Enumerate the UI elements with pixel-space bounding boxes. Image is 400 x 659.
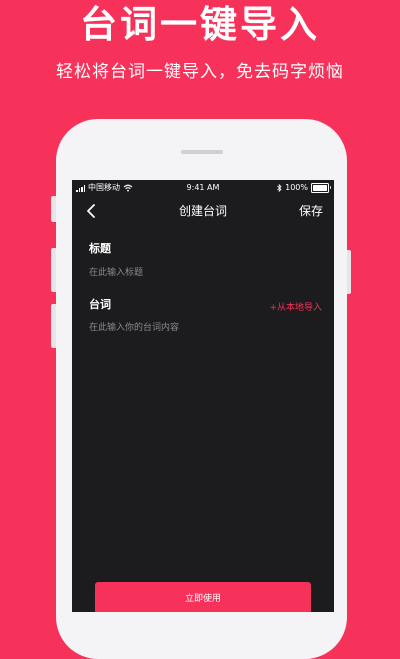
save-button[interactable]: 保存	[299, 198, 323, 224]
app-screen: 中国移动 9:41 AM 100% 创建台词 保存 标题 在此输入标题 台词 +…	[72, 180, 334, 612]
use-now-button[interactable]: 立即使用	[95, 582, 311, 612]
title-label: 标题	[89, 242, 111, 255]
phone-speaker	[181, 150, 223, 154]
lines-input[interactable]: 在此输入你的台词内容	[89, 320, 179, 333]
battery-icon	[311, 183, 331, 193]
bluetooth-icon	[277, 184, 282, 192]
promo-headline: 台词一键导入	[80, 3, 320, 46]
nav-bar: 创建台词 保存	[72, 198, 334, 224]
page-title: 创建台词	[178, 204, 227, 218]
title-input[interactable]: 在此输入标题	[89, 265, 143, 278]
status-bar: 中国移动 9:41 AM 100%	[72, 180, 334, 196]
lines-label: 台词	[89, 298, 111, 311]
battery-percent: 100%	[285, 183, 308, 192]
import-local-button[interactable]: +从本地导入	[269, 300, 322, 313]
promo-subline: 轻松将台词一键导入，免去码字烦恼	[56, 62, 344, 82]
